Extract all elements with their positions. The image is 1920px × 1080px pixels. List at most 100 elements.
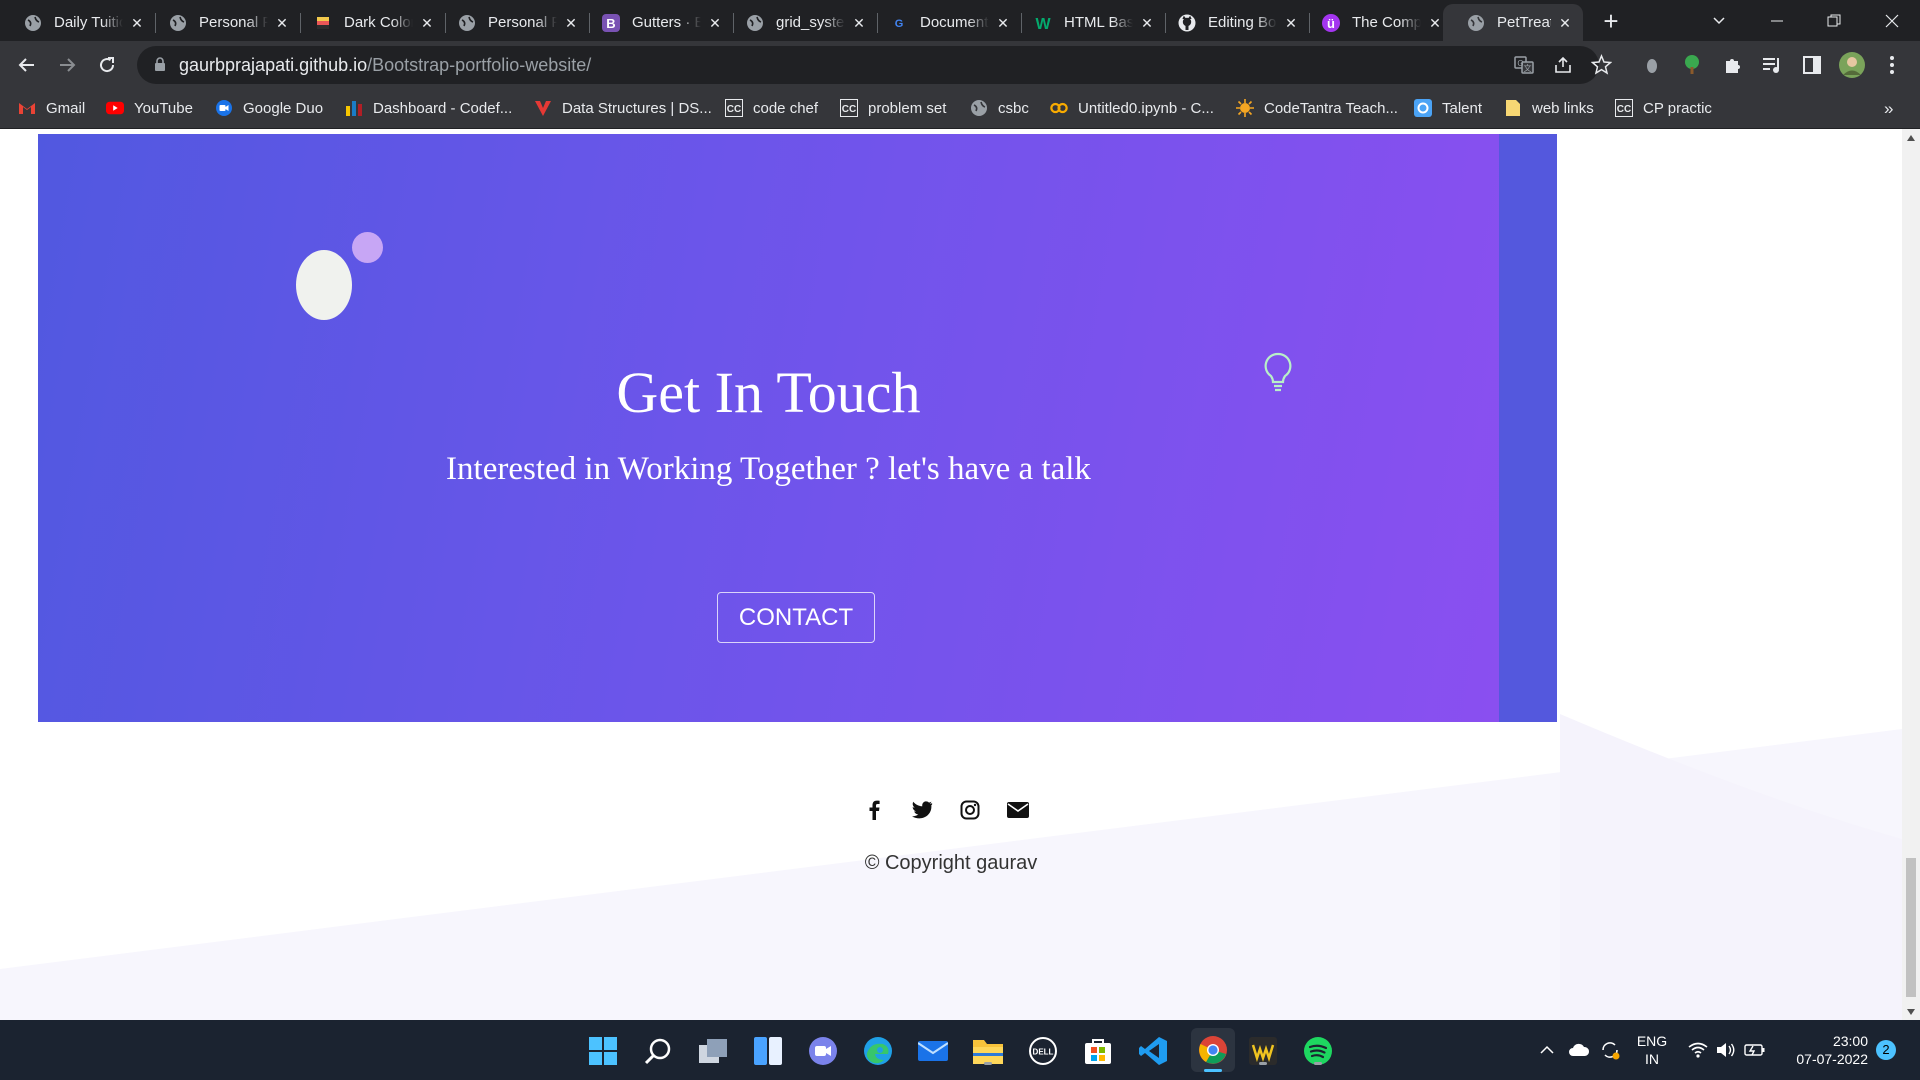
- browser-tab[interactable]: W HTML Basics ✕: [1010, 4, 1165, 41]
- contact-title: Get In Touch: [616, 360, 921, 425]
- bookmark-csbc[interactable]: csbc: [970, 99, 1029, 117]
- browser-tab[interactable]: Dark Color ✕: [290, 4, 445, 41]
- contact-button[interactable]: CONTACT: [717, 592, 875, 643]
- search-icon[interactable]: [641, 1034, 675, 1068]
- spotify-icon[interactable]: [1301, 1034, 1335, 1068]
- bookmark-talent[interactable]: Talent: [1414, 99, 1482, 117]
- extension-icon[interactable]: [1636, 49, 1668, 81]
- close-tab-icon[interactable]: ✕: [851, 15, 867, 31]
- close-tab-icon[interactable]: ✕: [1557, 15, 1573, 31]
- close-tab-icon[interactable]: ✕: [995, 15, 1011, 31]
- sync-icon[interactable]: [1599, 1020, 1621, 1080]
- close-window-button[interactable]: [1864, 0, 1920, 41]
- close-tab-icon[interactable]: ✕: [1427, 15, 1443, 31]
- new-tab-button[interactable]: +: [1597, 8, 1625, 36]
- back-button[interactable]: [11, 49, 43, 81]
- svg-text:ü: ü: [1327, 16, 1335, 31]
- bookmark-label: Talent: [1442, 99, 1483, 117]
- file-explorer-icon[interactable]: [971, 1034, 1005, 1068]
- dell-icon[interactable]: DELL: [1026, 1034, 1060, 1068]
- bookmark-gmail[interactable]: Gmail: [18, 99, 85, 117]
- bookmark-colab[interactable]: Untitled0.ipynb - C...: [1050, 99, 1214, 117]
- bookmark-google-duo[interactable]: Google Duo: [215, 99, 323, 117]
- bookmark-data-structures[interactable]: Data Structures | DS...: [534, 99, 712, 117]
- bookmark-label: problem set: [868, 99, 947, 117]
- restore-button[interactable]: [1806, 0, 1862, 41]
- address-bar[interactable]: gaurbprajapati.github.io/Bootstrap-portf…: [137, 46, 1613, 84]
- bookmark-cp-practice[interactable]: CC CP practic: [1615, 99, 1712, 117]
- browser-tab[interactable]: ü The Complete ✕: [1298, 4, 1453, 41]
- twitter-icon[interactable]: [910, 798, 934, 822]
- browser-tab[interactable]: grid_system ✕: [722, 4, 877, 41]
- puzzle-icon[interactable]: [1716, 49, 1748, 81]
- scroll-down-arrow[interactable]: [1902, 1003, 1920, 1020]
- forward-button[interactable]: [51, 49, 83, 81]
- widgets-icon[interactable]: [751, 1034, 785, 1068]
- teams-chat-icon[interactable]: [806, 1034, 840, 1068]
- bookmark-youtube[interactable]: YouTube: [106, 99, 193, 117]
- more-bookmarks-button[interactable]: »: [1884, 99, 1893, 119]
- media-queue-icon[interactable]: [1756, 49, 1788, 81]
- bookmark-star-icon[interactable]: [1590, 54, 1613, 80]
- browser-tab[interactable]: B Gutters · Bootstrap ✕: [578, 4, 733, 41]
- tab-search-button[interactable]: [1691, 0, 1747, 41]
- bookmark-codetantra[interactable]: CodeTantra Teach...: [1236, 99, 1398, 117]
- onedrive-icon[interactable]: [1568, 1020, 1590, 1080]
- close-tab-icon[interactable]: ✕: [707, 15, 723, 31]
- browser-tab[interactable]: Daily Tuition ✕: [0, 4, 155, 41]
- windows-taskbar: DELL ENG IN 23:00 07-07-2022 2: [0, 1020, 1920, 1080]
- language-indicator[interactable]: ENG IN: [1634, 1020, 1670, 1080]
- close-tab-icon[interactable]: ✕: [1283, 15, 1299, 31]
- browser-tab[interactable]: Personal Portfolio ✕: [145, 4, 300, 41]
- edge-icon[interactable]: [861, 1034, 895, 1068]
- browser-tab[interactable]: G Document ✕: [866, 4, 1021, 41]
- bookmark-web-links[interactable]: web links: [1504, 99, 1594, 117]
- bookmark-problem-set[interactable]: CC problem set: [840, 99, 946, 117]
- close-tab-icon[interactable]: ✕: [1139, 15, 1155, 31]
- minimize-button[interactable]: [1749, 0, 1805, 41]
- bookmark-label: code chef: [753, 99, 819, 117]
- store-icon[interactable]: [1081, 1034, 1115, 1068]
- svg-text:W: W: [1035, 16, 1051, 32]
- cc-icon: CC: [725, 99, 743, 117]
- browser-tab[interactable]: Editing Bootstrap ✕: [1154, 4, 1309, 41]
- battery-icon[interactable]: [1744, 1020, 1766, 1080]
- share-icon[interactable]: [1553, 55, 1573, 80]
- translate-icon[interactable]: G文: [1514, 55, 1534, 80]
- volume-icon[interactable]: [1716, 1020, 1736, 1080]
- reload-button[interactable]: [91, 49, 123, 81]
- scroll-up-arrow[interactable]: [1902, 129, 1920, 146]
- scrollbar-thumb[interactable]: [1906, 858, 1916, 997]
- lock-icon[interactable]: [154, 57, 166, 77]
- bookmark-dashboard[interactable]: Dashboard - Codef...: [345, 99, 512, 117]
- mail-icon[interactable]: [916, 1034, 950, 1068]
- close-tab-icon[interactable]: ✕: [129, 15, 145, 31]
- clock[interactable]: 23:00 07-07-2022: [1784, 1020, 1868, 1080]
- show-hidden-icons[interactable]: [1540, 1020, 1554, 1080]
- page-scrollbar[interactable]: [1902, 129, 1920, 1020]
- windows-start-icon[interactable]: [586, 1034, 620, 1068]
- browser-tab[interactable]: Personal Portfolio ✕: [434, 4, 589, 41]
- task-view-icon[interactable]: [696, 1034, 730, 1068]
- tab-title: Document: [920, 14, 989, 31]
- email-icon[interactable]: [1006, 798, 1030, 822]
- facebook-icon[interactable]: [862, 798, 886, 822]
- close-tab-icon[interactable]: ✕: [419, 15, 435, 31]
- winamp-icon[interactable]: [1246, 1034, 1280, 1068]
- bookmark-label: Dashboard - Codef...: [373, 99, 513, 117]
- menu-kebab-icon[interactable]: [1876, 49, 1908, 81]
- notification-badge[interactable]: 2: [1876, 1020, 1896, 1080]
- chrome-icon[interactable]: [1191, 1028, 1235, 1072]
- vscode-icon[interactable]: [1136, 1034, 1170, 1068]
- close-tab-icon[interactable]: ✕: [274, 15, 290, 31]
- instagram-icon[interactable]: [958, 798, 982, 822]
- profile-avatar[interactable]: [1836, 49, 1868, 81]
- browser-tab-active[interactable]: PetTreat ✕: [1443, 4, 1583, 41]
- side-panel-icon[interactable]: [1796, 49, 1828, 81]
- bookmark-code-chef[interactable]: CC code chef: [725, 99, 818, 117]
- close-tab-icon[interactable]: ✕: [563, 15, 579, 31]
- wifi-icon[interactable]: [1688, 1020, 1708, 1080]
- tree-extension-icon[interactable]: [1676, 49, 1708, 81]
- url-path: /Bootstrap-portfolio-website/: [367, 55, 592, 75]
- bookmark-label: Gmail: [46, 99, 86, 117]
